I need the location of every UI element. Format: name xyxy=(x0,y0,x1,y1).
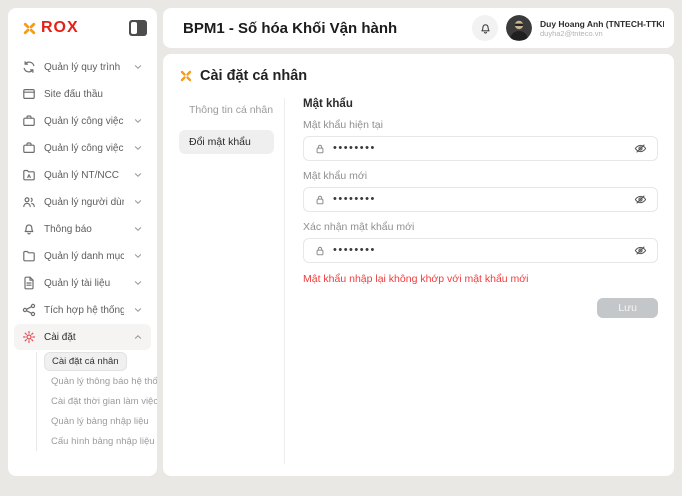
user-email: duyha2@tnteco.vn xyxy=(540,29,664,38)
lock-icon xyxy=(314,143,326,155)
sidebar-item-tich-hop-he-thong[interactable]: Tích hợp hệ thống xyxy=(14,297,151,323)
chevron-up-icon xyxy=(132,331,144,343)
sidebar-item-site-dau-thau[interactable]: Site đấu thầu xyxy=(14,81,151,107)
top-bar-actions: Duy Hoang Anh (TNTECH-TTKD TKT... duyha2… xyxy=(472,15,664,41)
bell-icon xyxy=(22,222,36,236)
sidebar-item-cai-dat[interactable]: Cài đặt xyxy=(14,324,151,350)
document-icon xyxy=(22,276,36,290)
sidebar-menu: Quản lý quy trình Site đấu thầu Quản lý … xyxy=(8,48,157,476)
top-bar: BPM1 - Số hóa Khối Vận hành Duy Hoang An… xyxy=(163,8,674,48)
rox-logo: ROX xyxy=(22,19,129,37)
chevron-down-icon xyxy=(132,115,144,127)
sidebar-item-label: Thông báo xyxy=(44,224,124,235)
user-info[interactable]: Duy Hoang Anh (TNTECH-TTKD TKT... duyha2… xyxy=(540,19,664,38)
settings-body: Thông tin cá nhân Đổi mật khẩu Mật khẩu … xyxy=(179,98,658,464)
masked-password-value: •••••••• xyxy=(333,194,627,205)
users-icon xyxy=(22,195,36,209)
form-actions: Lưu xyxy=(303,298,658,318)
gear-icon xyxy=(22,330,36,344)
settings-tabs: Thông tin cá nhân Đổi mật khẩu xyxy=(179,98,285,464)
settings-submenu: Cài đặt cá nhân Quản lý thông báo hệ thố… xyxy=(36,352,151,451)
app-window: ROX Quản lý quy trình Site đấu thầu Quản… xyxy=(0,0,682,496)
page-title-row: Cài đặt cá nhân xyxy=(179,68,658,84)
main-column: BPM1 - Số hóa Khối Vận hành Duy Hoang An… xyxy=(163,8,674,476)
submenu-item-cai-dat-thoi-gian-lam-viec[interactable]: Cài đặt thời gian làm việc xyxy=(44,392,151,411)
confirm-password-input[interactable]: •••••••• xyxy=(303,238,658,263)
new-password-input[interactable]: •••••••• xyxy=(303,187,658,212)
sidebar-item-label: Quản lý công việc xyxy=(44,116,124,127)
masked-password-value: •••••••• xyxy=(333,143,627,154)
briefcase-icon xyxy=(22,141,36,155)
sidebar-item-label: Quản lý tài liệu xyxy=(44,278,124,289)
site-icon xyxy=(22,87,36,101)
lock-icon xyxy=(314,194,326,206)
app-title: BPM1 - Số hóa Khối Vận hành xyxy=(183,20,472,37)
user-name: Duy Hoang Anh (TNTECH-TTKD TKT... xyxy=(540,19,664,29)
sidebar-logo-row: ROX xyxy=(8,8,157,48)
folder-user-icon xyxy=(22,168,36,182)
sidebar-item-label: Site đấu thầu xyxy=(44,89,144,100)
section-title: Mật khẩu xyxy=(303,98,658,110)
process-icon xyxy=(22,60,36,74)
sidebar-item-quan-ly-danh-muc[interactable]: Quản lý danh mục xyxy=(14,243,151,269)
sidebar-item-label: Quản lý danh mục xyxy=(44,251,124,262)
notification-bell-button[interactable] xyxy=(472,15,498,41)
sidebar: ROX Quản lý quy trình Site đấu thầu Quản… xyxy=(8,8,157,476)
sidebar-item-label: Quản lý công việc xyxy=(44,143,124,154)
password-mismatch-error: Mật khẩu nhập lại không khớp với mật khẩ… xyxy=(303,273,658,285)
briefcase-icon xyxy=(22,114,36,128)
sidebar-item-thong-bao[interactable]: Thông báo xyxy=(14,216,151,242)
save-button[interactable]: Lưu xyxy=(597,298,658,318)
sidebar-item-label: Quản lý quy trình xyxy=(44,62,124,73)
sidebar-collapse-icon[interactable] xyxy=(129,20,147,36)
chevron-down-icon xyxy=(132,61,144,73)
chevron-down-icon xyxy=(132,277,144,289)
chevron-down-icon xyxy=(132,250,144,262)
current-password-label: Mật khẩu hiện tại xyxy=(303,119,658,131)
chevron-down-icon xyxy=(132,142,144,154)
sidebar-item-label: Quản lý người dùng xyxy=(44,197,124,208)
logo-text: ROX xyxy=(41,19,79,37)
chevron-down-icon xyxy=(132,169,144,181)
avatar[interactable] xyxy=(506,15,532,41)
sidebar-item-quan-ly-tai-lieu[interactable]: Quản lý tài liệu xyxy=(14,270,151,296)
tab-change-password[interactable]: Đổi mật khẩu xyxy=(179,130,274,154)
sidebar-item-label: Quản lý NT/NCC xyxy=(44,170,124,181)
chevron-down-icon xyxy=(132,196,144,208)
page-title-icon xyxy=(179,69,193,83)
lock-icon xyxy=(314,245,326,257)
chevron-down-icon xyxy=(132,223,144,235)
bell-icon xyxy=(479,22,492,35)
sidebar-item-quan-ly-cong-viec-2[interactable]: Quản lý công việc xyxy=(14,135,151,161)
eye-off-icon[interactable] xyxy=(634,244,647,257)
submenu-item-cau-hinh-bang-nhap-lieu[interactable]: Cấu hình bảng nhập liệu xyxy=(44,432,151,451)
eye-off-icon[interactable] xyxy=(634,193,647,206)
submenu-item-quan-ly-thong-bao-he-thong[interactable]: Quản lý thông báo hệ thống xyxy=(44,372,151,391)
integration-icon xyxy=(22,303,36,317)
confirm-password-label: Xác nhận mật khẩu mới xyxy=(303,221,658,233)
rox-logo-icon xyxy=(22,21,37,36)
sidebar-item-quan-ly-quy-trinh[interactable]: Quản lý quy trình xyxy=(14,54,151,80)
sidebar-item-quan-ly-nt-ncc[interactable]: Quản lý NT/NCC xyxy=(14,162,151,188)
page-title: Cài đặt cá nhân xyxy=(200,68,307,84)
sidebar-item-label: Tích hợp hệ thống xyxy=(44,305,124,316)
eye-off-icon[interactable] xyxy=(634,142,647,155)
password-form: Mật khẩu Mật khẩu hiện tại •••••••• Mật … xyxy=(285,98,658,464)
submenu-item-cai-dat-ca-nhan[interactable]: Cài đặt cá nhân xyxy=(44,352,127,371)
sidebar-item-label: Cài đặt xyxy=(44,332,124,343)
folder-icon xyxy=(22,249,36,263)
submenu-item-quan-ly-bang-nhap-lieu[interactable]: Quản lý bảng nhập liệu xyxy=(44,412,151,431)
chevron-down-icon xyxy=(132,304,144,316)
sidebar-item-quan-ly-nguoi-dung[interactable]: Quản lý người dùng xyxy=(14,189,151,215)
sidebar-item-quan-ly-cong-viec-1[interactable]: Quản lý công việc xyxy=(14,108,151,134)
masked-password-value: •••••••• xyxy=(333,245,627,256)
new-password-label: Mật khẩu mới xyxy=(303,170,658,182)
content-panel: Cài đặt cá nhân Thông tin cá nhân Đổi mậ… xyxy=(163,54,674,476)
tab-personal-info[interactable]: Thông tin cá nhân xyxy=(179,98,274,122)
current-password-input[interactable]: •••••••• xyxy=(303,136,658,161)
